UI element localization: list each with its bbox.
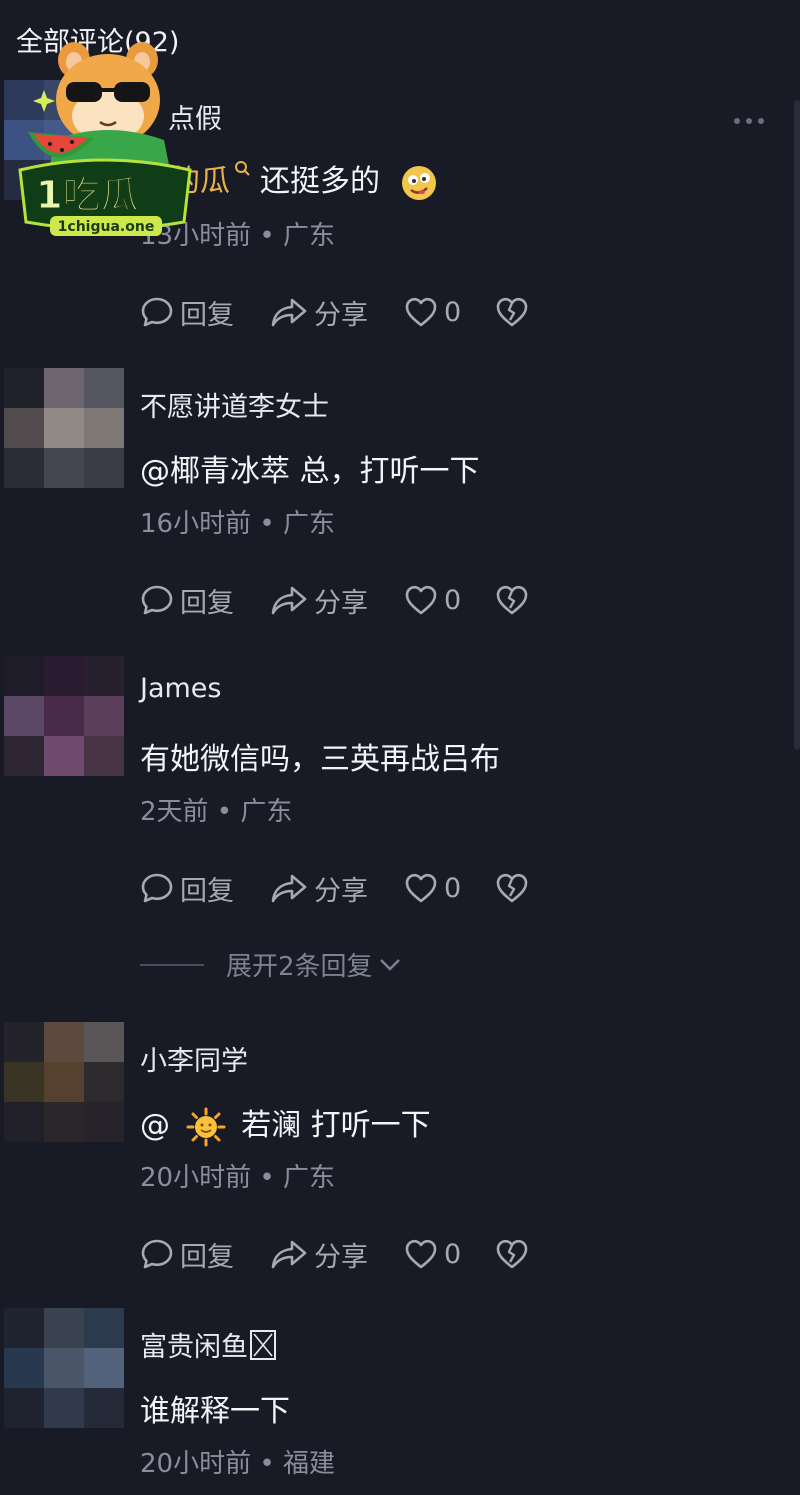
share-label: 分享 xyxy=(314,1241,368,1273)
chevron-down-icon xyxy=(379,958,400,971)
comment-item: 不愿讲道李女士 @椰青冰萃 总，打听一下 16小时前 • 广东 回复 分享 0 xyxy=(0,368,800,628)
comment-time: 16小时前 xyxy=(140,509,252,539)
comment-icon xyxy=(141,585,173,615)
dislike-button[interactable] xyxy=(495,1238,535,1270)
like-button[interactable]: 0 xyxy=(404,584,461,616)
heart-icon xyxy=(405,297,437,327)
username[interactable]: 小李同学 xyxy=(140,1039,248,1078)
reply-label: 回复 xyxy=(180,1241,234,1273)
comment-text: 谁解释一下 xyxy=(140,1394,290,1429)
share-icon xyxy=(271,874,307,903)
avatar[interactable] xyxy=(4,656,124,776)
username[interactable]: 不愿讲道李女士 xyxy=(140,385,329,424)
username[interactable]: James xyxy=(140,673,222,704)
divider xyxy=(140,963,204,966)
comment-location: 广东 xyxy=(240,797,293,827)
broken-heart-icon xyxy=(496,873,528,903)
dislike-button[interactable] xyxy=(495,872,535,904)
username[interactable]: 富贵闲鱼 xyxy=(140,1325,276,1364)
reply-button[interactable]: 回复 xyxy=(140,581,234,620)
share-button[interactable]: 分享 xyxy=(270,1235,368,1274)
comment-meta: 2天前 • 广东 xyxy=(140,791,292,828)
meta-separator: • xyxy=(208,797,241,827)
comment-text-body: 若澜 打听一下 xyxy=(241,1108,431,1143)
mention-symbol: @ xyxy=(140,1108,170,1143)
comment-time: 2天前 xyxy=(140,797,209,827)
comment-location: 福建 xyxy=(282,1449,335,1479)
comment-item: 富贵闲鱼 谁解释一下 20小时前 • 福建 xyxy=(0,1308,800,1495)
share-icon xyxy=(271,298,307,327)
broken-heart-icon xyxy=(496,297,528,327)
dislike-button[interactable] xyxy=(495,584,535,616)
comment-icon xyxy=(141,873,173,903)
like-button[interactable]: 0 xyxy=(404,872,461,904)
meta-separator: • xyxy=(251,509,283,539)
comment-text: 有她微信吗，三英再战吕布 xyxy=(140,742,500,777)
reply-label: 回复 xyxy=(180,299,234,331)
comment-actions: 回复 分享 0 xyxy=(140,868,535,908)
meta-separator: • xyxy=(251,1163,283,1193)
missing-glyph-icon xyxy=(250,1330,276,1360)
comment-actions: 回复 分享 0 xyxy=(140,292,535,332)
comment-text: @ 若澜 打听一下 xyxy=(140,1100,431,1147)
share-label: 分享 xyxy=(314,875,368,907)
like-count: 0 xyxy=(444,584,462,616)
broken-heart-icon xyxy=(496,585,528,615)
logo-brand-text: 1吃瓜 xyxy=(36,173,138,217)
comment-icon xyxy=(141,297,173,327)
reply-label: 回复 xyxy=(180,875,234,907)
reply-button[interactable]: 回复 xyxy=(140,1235,234,1274)
hamster-mascot-icon: 1吃瓜 1chigua.one xyxy=(18,42,192,236)
reply-button[interactable]: 回复 xyxy=(140,293,234,332)
dislike-button[interactable] xyxy=(495,296,535,328)
like-count: 0 xyxy=(444,1238,462,1270)
heart-icon xyxy=(405,1239,437,1269)
avatar[interactable] xyxy=(4,368,124,488)
face-emoji xyxy=(401,165,436,200)
share-button[interactable]: 分享 xyxy=(270,581,368,620)
meta-separator: • xyxy=(251,1449,283,1479)
comment-text-body: 还挺多的 xyxy=(260,164,380,199)
share-button[interactable]: 分享 xyxy=(270,293,368,332)
comment-item: James 有她微信吗，三英再战吕布 2天前 • 广东 回复 分享 0 xyxy=(0,656,800,916)
share-button[interactable]: 分享 xyxy=(270,869,368,908)
logo-site-text: 1chigua.one xyxy=(58,219,155,235)
share-icon xyxy=(271,586,307,615)
share-label: 分享 xyxy=(314,587,368,619)
avatar[interactable] xyxy=(4,1308,124,1428)
avatar[interactable] xyxy=(4,1022,124,1142)
comment-location: 广东 xyxy=(282,221,335,251)
like-count: 0 xyxy=(444,872,462,904)
share-label: 分享 xyxy=(314,299,368,331)
watermark-logo: 1吃瓜 1chigua.one xyxy=(14,30,194,240)
username-text: 富贵闲鱼 xyxy=(140,1332,248,1363)
reply-label: 回复 xyxy=(180,587,234,619)
broken-heart-icon xyxy=(496,1239,528,1269)
like-count: 0 xyxy=(444,296,462,328)
expand-replies-button[interactable]: 展开2条回复 xyxy=(140,946,401,983)
reply-button[interactable]: 回复 xyxy=(140,869,234,908)
comment-meta: 16小时前 • 广东 xyxy=(140,503,335,540)
meta-separator: • xyxy=(251,221,283,251)
expand-label: 展开2条回复 xyxy=(226,952,373,982)
heart-icon xyxy=(405,873,437,903)
comment-text: @椰青冰萃 总，打听一下 xyxy=(140,454,480,489)
comment-time: 20小时前 xyxy=(140,1163,252,1193)
share-icon xyxy=(271,1240,307,1269)
comment-icon xyxy=(141,1239,173,1269)
sun-emoji xyxy=(186,1107,226,1146)
comment-actions: 回复 分享 0 xyxy=(140,1234,535,1274)
search-icon[interactable] xyxy=(234,160,252,180)
comment-meta: 20小时前 • 福建 xyxy=(140,1443,335,1480)
comment-location: 广东 xyxy=(282,509,335,539)
comment-actions: 回复 分享 0 xyxy=(140,580,535,620)
comment-location: 广东 xyxy=(282,1163,335,1193)
like-button[interactable]: 0 xyxy=(404,1238,461,1270)
comment-meta: 20小时前 • 广东 xyxy=(140,1157,335,1194)
comment-item: 小李同学 @ 若澜 打听一下 20小时前 • 广东 回复 分享 0 xyxy=(0,1022,800,1282)
like-button[interactable]: 0 xyxy=(404,296,461,328)
comment-time: 20小时前 xyxy=(140,1449,252,1479)
heart-icon xyxy=(405,585,437,615)
